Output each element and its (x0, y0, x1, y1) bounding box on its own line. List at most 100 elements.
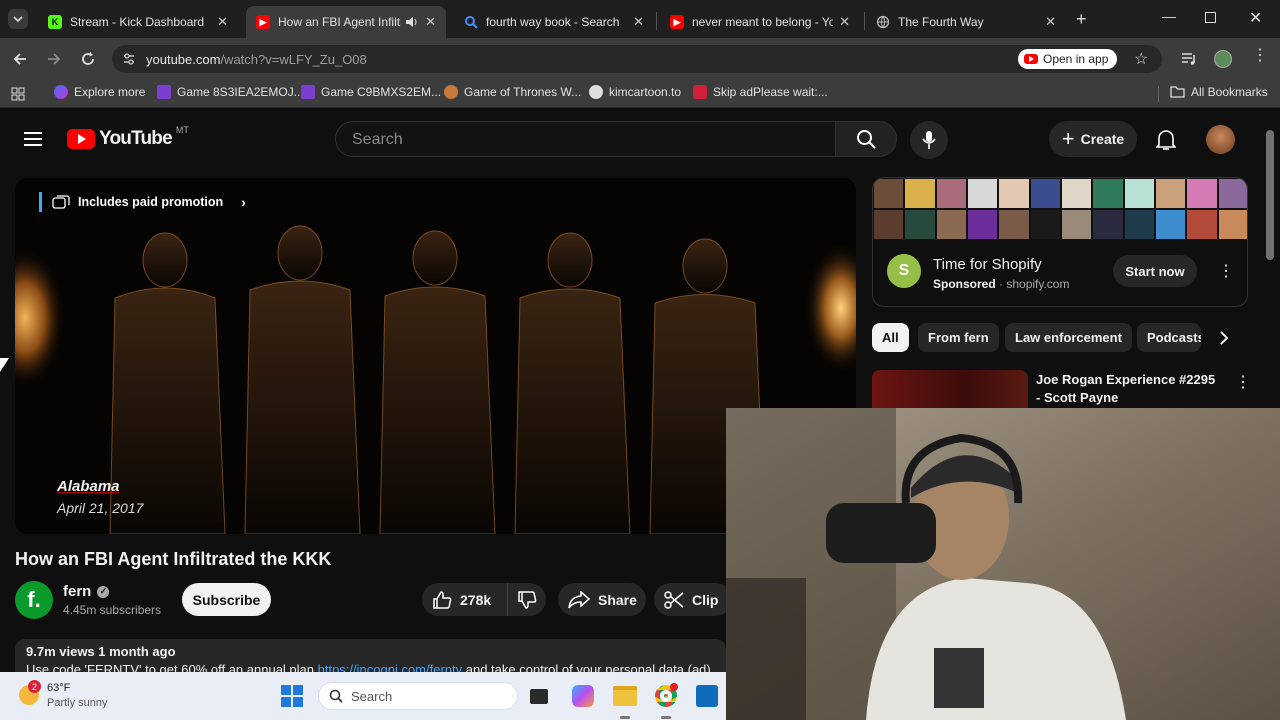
url-text[interactable]: youtube.com/watch?v=wLFY_Zu_O08 (146, 52, 367, 67)
channel-avatar[interactable]: f. (15, 581, 53, 619)
outlook-icon[interactable] (696, 685, 718, 707)
close-icon[interactable]: ✕ (425, 14, 436, 30)
tab-fourth-way[interactable]: The Fourth Way ✕ (866, 6, 1066, 38)
close-icon[interactable]: ✕ (1045, 14, 1056, 30)
ad-more-options-icon[interactable]: ⋮ (1218, 261, 1234, 281)
bookmark-star-icon[interactable]: ☆ (1134, 49, 1148, 69)
create-button[interactable]: + Create (1049, 121, 1137, 157)
bookmark-explore-more[interactable]: Explore more (54, 85, 145, 99)
site-info-icon[interactable] (122, 52, 136, 66)
media-controls-icon[interactable] (1181, 51, 1197, 67)
scissors-icon (664, 590, 684, 609)
user-avatar[interactable] (1206, 125, 1235, 154)
bookmark-skip-ad[interactable]: Skip adPlease wait:... (693, 85, 828, 99)
hamburger-menu-icon[interactable] (24, 131, 42, 147)
search-input[interactable]: Search (335, 121, 835, 157)
chip-law-enforcement[interactable]: Law enforcement (1005, 323, 1132, 352)
chevron-right-icon[interactable] (1218, 331, 1230, 345)
page-scrollbar[interactable] (1266, 130, 1274, 260)
close-window-button[interactable]: ✕ (1249, 8, 1262, 28)
subscribe-button[interactable]: Subscribe (182, 583, 271, 616)
voice-search-button[interactable] (910, 121, 948, 159)
paid-promotion-icon (52, 195, 70, 209)
bookmark-label: Skip adPlease wait:... (713, 85, 828, 99)
browser-menu-icon[interactable]: ⋮ (1252, 48, 1268, 64)
recommended-title[interactable]: Joe Rogan Experience #2295 - Scott Payne (1036, 371, 1222, 407)
mouse-cursor-icon (0, 358, 9, 372)
chip-podcasts[interactable]: Podcasts (1137, 323, 1201, 352)
explore-icon (54, 85, 68, 99)
forward-arrow-icon[interactable] (46, 51, 62, 67)
minimize-button[interactable]: — (1162, 8, 1176, 24)
like-dislike-group: 278k (422, 583, 546, 616)
video-caption-location: Alabama (57, 478, 120, 495)
tab-bing-search[interactable]: fourth way book - Search ✕ (454, 6, 654, 38)
file-explorer-icon[interactable] (613, 686, 637, 706)
bookmark-game-1[interactable]: Game 8S3IEA2EMOJ... (157, 85, 304, 99)
dislike-button[interactable] (508, 590, 546, 610)
profile-avatar[interactable] (1214, 50, 1232, 68)
windows-start-icon[interactable] (281, 685, 303, 707)
shopify-ad-card[interactable]: S Time for Shopify Sponsored · shopify.c… (872, 177, 1248, 307)
search-placeholder: Search (352, 131, 403, 148)
apps-grid-icon[interactable] (11, 87, 25, 101)
youtube-header: YouTube MT Search + Create (0, 113, 1280, 165)
bookmark-kimcartoon[interactable]: kimcartoon.to (589, 85, 681, 99)
subscriber-count: 4.45m subscribers (63, 603, 162, 617)
open-in-app-button[interactable]: Open in app (1018, 49, 1118, 69)
close-icon[interactable]: ✕ (633, 14, 644, 30)
url-host: youtube.com (146, 52, 221, 67)
tab-kick-dashboard[interactable]: K Stream - Kick Dashboard ✕ (38, 6, 238, 38)
bookmark-game-2[interactable]: Game C9BMXS2EM... (301, 85, 441, 99)
active-app-indicator (661, 716, 671, 719)
channel-name[interactable]: fern ✓ (63, 583, 110, 600)
thumbs-up-icon (433, 590, 452, 609)
recommended-thumbnail[interactable] (872, 370, 1028, 410)
paid-promotion-label: Includes paid promotion (78, 195, 224, 209)
paid-promotion-badge[interactable]: Includes paid promotion › (39, 192, 246, 212)
bookmark-game-of-thrones[interactable]: Game of Thrones W... (444, 85, 581, 99)
game-icon (157, 85, 171, 99)
close-icon[interactable]: ✕ (839, 14, 850, 30)
notifications-bell-icon[interactable] (1156, 129, 1176, 151)
tab-youtube-belong[interactable]: ▶ never meant to belong - You ✕ (660, 6, 860, 38)
speaker-icon[interactable] (405, 16, 419, 28)
tab-divider (864, 12, 865, 30)
new-tab-button[interactable]: + (1076, 9, 1087, 30)
clip-button[interactable]: Clip (654, 583, 732, 616)
game-icon (301, 85, 315, 99)
tab-title: Stream - Kick Dashboard (70, 15, 205, 29)
task-view-icon[interactable] (530, 689, 548, 704)
tab-search-dropdown-button[interactable] (8, 9, 28, 29)
region-code: MT (175, 125, 189, 135)
close-icon[interactable]: ✕ (217, 14, 228, 30)
all-bookmarks-button[interactable]: All Bookmarks (1170, 85, 1268, 99)
share-button[interactable]: Share (558, 583, 646, 616)
recommended-more-options-icon[interactable]: ⋮ (1235, 372, 1251, 392)
start-now-button[interactable]: Start now (1113, 255, 1197, 287)
webcam-overlay (726, 408, 1280, 720)
all-bookmarks-label: All Bookmarks (1191, 85, 1268, 99)
search-button[interactable] (835, 121, 897, 157)
address-bar[interactable]: youtube.com/watch?v=wLFY_Zu_O08 Open in … (112, 45, 1162, 73)
chip-from-fern[interactable]: From fern (918, 323, 999, 352)
bookmark-label: Game C9BMXS2EM... (321, 85, 442, 99)
share-label: Share (598, 591, 637, 608)
restore-button[interactable] (1205, 12, 1216, 23)
youtube-logo[interactable]: YouTube MT (67, 125, 189, 150)
copilot-icon[interactable] (572, 685, 594, 707)
bookmarks-bar: Explore more Game 8S3IEA2EMOJ... Game C9… (0, 80, 1280, 108)
like-button[interactable]: 278k (422, 583, 508, 616)
youtube-wordmark: YouTube (99, 128, 173, 149)
clip-label: Clip (692, 591, 719, 608)
chip-all[interactable]: All (872, 323, 909, 352)
bookmark-label: Game of Thrones W... (464, 85, 582, 99)
ad-banner-image (873, 178, 1247, 240)
reload-icon[interactable] (80, 51, 96, 67)
back-arrow-icon[interactable] (12, 51, 28, 67)
share-arrow-icon (568, 590, 590, 608)
taskbar-search[interactable]: Search (318, 682, 518, 710)
globe-icon (876, 15, 890, 29)
tab-youtube-fbi[interactable]: ▶ How an FBI Agent Infiltra ✕ (246, 6, 446, 38)
thumbs-down-icon (518, 590, 537, 609)
